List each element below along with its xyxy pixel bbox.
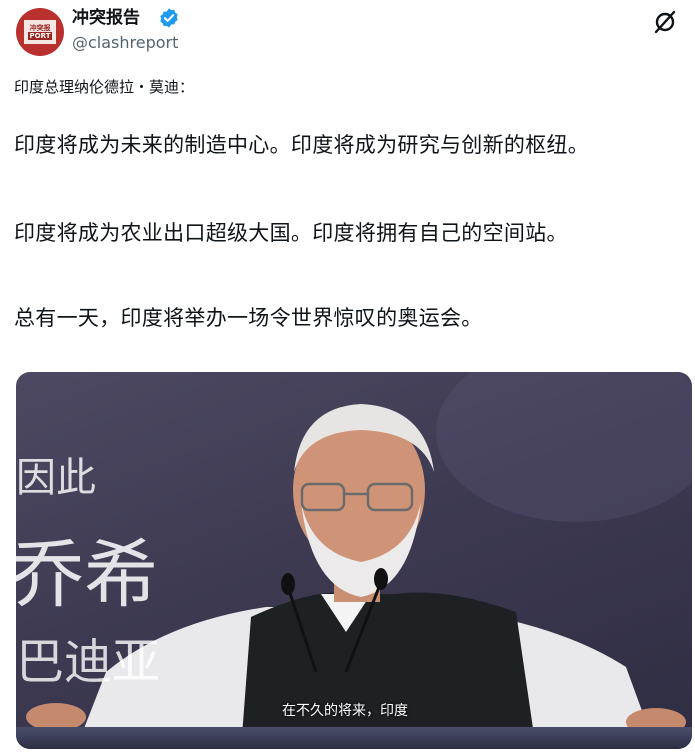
video-overlay-text-2: 乔希 bbox=[16, 532, 158, 618]
video-overlay-text-1: 因此 bbox=[16, 455, 96, 501]
display-name[interactable]: 冲突报告 bbox=[72, 8, 140, 28]
handle[interactable]: @clashreport bbox=[72, 33, 178, 53]
avatar-logo: 冲突报 PORT bbox=[24, 20, 56, 44]
verified-badge-icon[interactable] bbox=[158, 7, 180, 29]
video-overlay-text-3: 巴迪亚 bbox=[16, 634, 161, 690]
tweet-paragraph-1: 印度将成为未来的制造中心。印度将成为研究与创新的枢纽。 bbox=[14, 133, 590, 157]
tweet-header: 冲突报 PORT 冲突报告 @clashreport bbox=[16, 8, 679, 58]
tweet-paragraph-2: 印度将成为农业出口超级大国。印度将拥有自己的空间站。 bbox=[14, 221, 568, 245]
video-subtitle: 在不久的将来，印度 bbox=[282, 703, 408, 719]
avatar-logo-text: 冲突报 bbox=[29, 24, 51, 32]
name-row: 冲突报告 bbox=[72, 8, 180, 28]
avatar[interactable]: 冲突报 PORT bbox=[16, 8, 64, 56]
video-player[interactable]: 因此 乔希 巴迪亚 在不久的将来，印度 bbox=[16, 372, 692, 749]
podium bbox=[16, 727, 692, 749]
avatar-logo-subtext: PORT bbox=[27, 32, 53, 40]
grok-icon[interactable] bbox=[651, 8, 679, 36]
tweet-paragraph-3: 总有一天，印度将举办一场令世界惊叹的奥运会。 bbox=[14, 306, 483, 330]
tweet-intro: 印度总理纳伦德拉・莫迪： bbox=[14, 78, 195, 96]
